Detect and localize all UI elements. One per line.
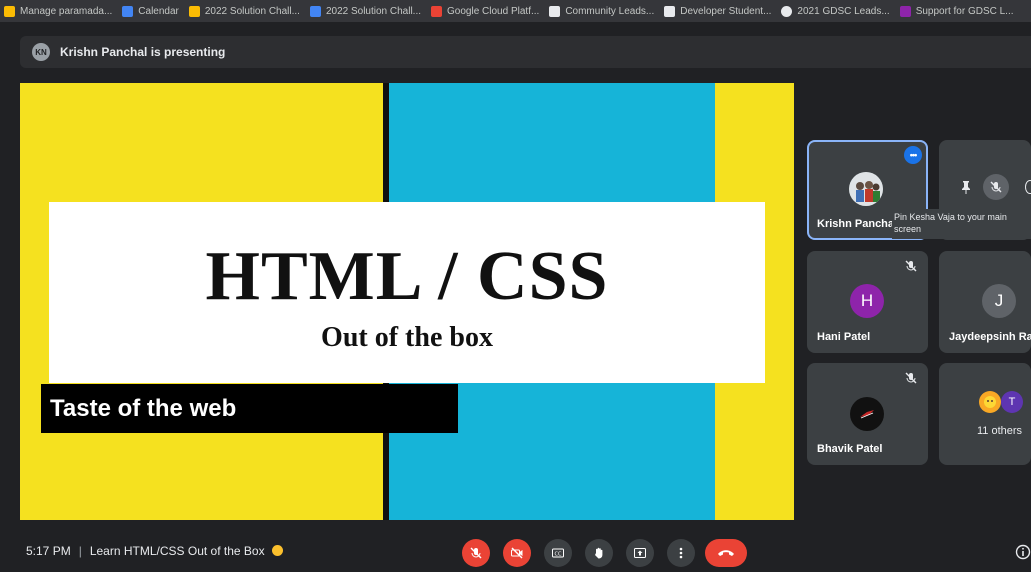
docs-icon [309, 5, 321, 17]
remove-icon[interactable] [1025, 180, 1031, 194]
camera-off-icon [511, 547, 523, 559]
mic-off-icon [905, 260, 917, 272]
participant-name: Jaydeepsinh Ra [949, 331, 1031, 343]
captions-button[interactable]: CC [544, 539, 572, 567]
camera-toggle-button[interactable] [503, 539, 531, 567]
presenting-banner: KN Krishn Panchal is presenting [20, 36, 1031, 68]
slide-tagline-box: Taste of the web [41, 384, 458, 433]
meeting-title: Learn HTML/CSS Out of the Box [89, 544, 265, 558]
participant-name: Krishn Pancha [817, 218, 895, 230]
bookmark-item[interactable]: Manage paramada... [4, 5, 112, 17]
avatar: J [982, 284, 1016, 318]
cloud-icon [431, 5, 443, 17]
slide-subtitle: Out of the box [321, 322, 493, 353]
hand-icon [595, 547, 603, 559]
bookmark-item[interactable]: Community Leads... [549, 5, 654, 17]
participant-tile-hani[interactable]: H Hani Patel [807, 251, 928, 353]
participant-tile-others[interactable]: T 11 others [939, 363, 1031, 465]
meeting-controls-bar: 5:17 PM | Learn HTML/CSS Out of the Box CC [0, 530, 1031, 572]
bookmark-item[interactable]: Developer Student... [664, 5, 771, 17]
face-icon [984, 396, 996, 408]
slide-title-box: HTML / CSS Out of the box [49, 202, 765, 383]
bookmark-item[interactable]: 2021 GDSC Leads... [781, 5, 890, 17]
raise-hand-button[interactable] [585, 539, 613, 567]
svg-text:CC: CC [555, 551, 562, 557]
meeting-info: 5:17 PM | Learn HTML/CSS Out of the Box [26, 544, 283, 558]
meeting-time: 5:17 PM [26, 544, 71, 558]
slide-title: HTML / CSS [205, 238, 609, 315]
calendar-icon [122, 5, 134, 17]
bookmark-item[interactable]: Google Cloud Platf... [431, 5, 539, 17]
avatar: KN [32, 43, 50, 61]
pin-icon[interactable] [959, 180, 973, 199]
mic-off-icon [470, 547, 482, 559]
more-options-icon[interactable]: ••• [904, 146, 922, 164]
more-options-button[interactable] [667, 539, 695, 567]
bookmark-item[interactable]: 2022 Solution Chall... [309, 5, 421, 17]
bookmark-item[interactable]: Support for GDSC L... [899, 5, 1014, 17]
mic-off-icon[interactable] [983, 174, 1009, 200]
avatar: T [1001, 391, 1023, 413]
hang-up-icon [718, 550, 734, 556]
bookmark-icon [4, 5, 15, 17]
captions-icon: CC [552, 548, 564, 558]
present-screen-icon [634, 548, 646, 558]
support-icon [899, 5, 911, 17]
community-icon [664, 5, 676, 17]
others-count: 11 others [977, 425, 1023, 437]
leave-call-button[interactable] [705, 539, 747, 567]
presentation-slide: HTML / CSS Out of the box Taste of the w… [20, 83, 794, 520]
avatar [979, 391, 1001, 413]
community-icon [549, 5, 561, 17]
info-icon[interactable] [1015, 544, 1031, 560]
bookmarks-bar: Manage paramada... Calendar 2022 Solutio… [0, 0, 1031, 22]
emoji-icon [271, 545, 283, 556]
present-now-button[interactable] [626, 539, 654, 567]
participant-name: Bhavik Patel [817, 443, 883, 455]
slide-tagline: Taste of the web [50, 394, 237, 422]
participant-tile-jaydeep[interactable]: J Jaydeepsinh Ra [939, 251, 1031, 353]
separator: | [78, 544, 82, 558]
mic-toggle-button[interactable] [462, 539, 490, 567]
participant-name: Hani Patel [817, 331, 871, 343]
globe-icon [781, 5, 793, 17]
mic-off-icon [905, 372, 917, 384]
presenting-label: Krishn Panchal is presenting [60, 45, 226, 59]
bookmark-item[interactable]: Calendar [122, 5, 179, 17]
avatar [849, 172, 883, 206]
more-vert-icon [679, 547, 683, 559]
participant-tile-bhavik[interactable]: Bhavik Patel [807, 363, 928, 465]
avatar: H [850, 284, 884, 318]
folder-icon [188, 5, 200, 17]
car-logo-icon [860, 410, 874, 419]
avatar [850, 397, 884, 431]
group-photo-icon [849, 172, 883, 206]
bookmark-item[interactable]: 2022 Solution Chall... [188, 5, 300, 17]
pin-tooltip: Pin Kesha Vaja to your main screen [892, 209, 1031, 239]
